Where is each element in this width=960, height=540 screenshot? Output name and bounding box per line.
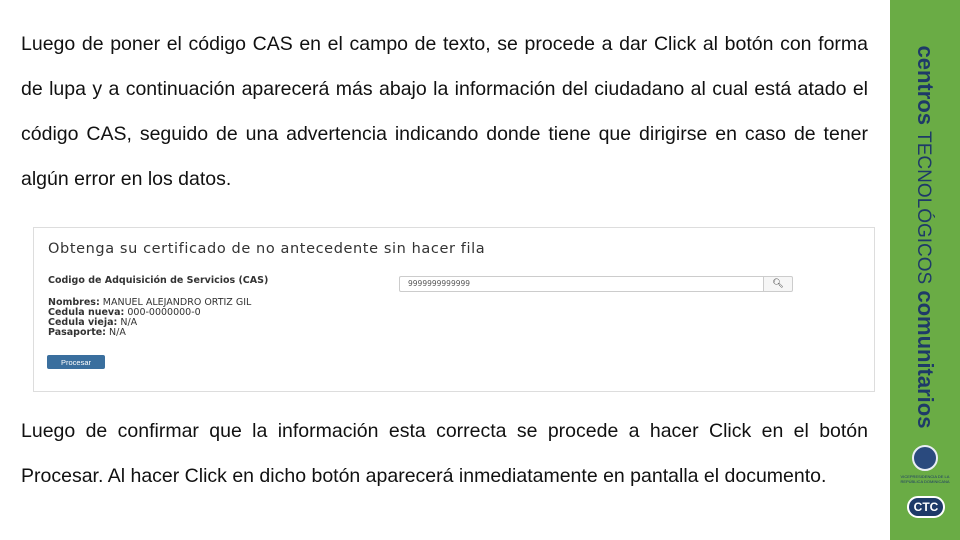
field-pasaporte: Pasaporte: N/A xyxy=(48,327,126,338)
vicepresidencia-seal-icon xyxy=(912,445,938,471)
seal-caption: VICEPRESIDENCIA DE LA REPÚBLICA DOMINICA… xyxy=(900,474,950,484)
cas-input[interactable]: 9999999999999 xyxy=(399,276,764,292)
instruction-paragraph-1: Luego de poner el código CAS en el campo… xyxy=(21,33,868,190)
form-title: Obtenga su certificado de no antecedente… xyxy=(48,241,486,257)
brand-sidebar: centros TECNOLÓGICOS comunitarios VICEPR… xyxy=(890,0,960,540)
cas-label: Codigo de Adquisición de Servicios (CAS) xyxy=(48,275,269,286)
search-icon: 🔍︎ xyxy=(772,279,784,289)
brand-wordmark: centros TECNOLÓGICOS comunitarios xyxy=(913,45,938,429)
process-button[interactable]: Procesar xyxy=(47,355,105,369)
instruction-paragraph-2: Luego de confirmar que la información es… xyxy=(21,420,868,487)
citizen-info: Nombres: MANUEL ALEJANDRO ORTIZ GIL Cedu… xyxy=(48,298,251,338)
embedded-screenshot: Obtenga su certificado de no antecedente… xyxy=(33,227,875,392)
search-button[interactable]: 🔍︎ xyxy=(763,276,793,292)
ctc-logo: CTC xyxy=(907,496,945,518)
